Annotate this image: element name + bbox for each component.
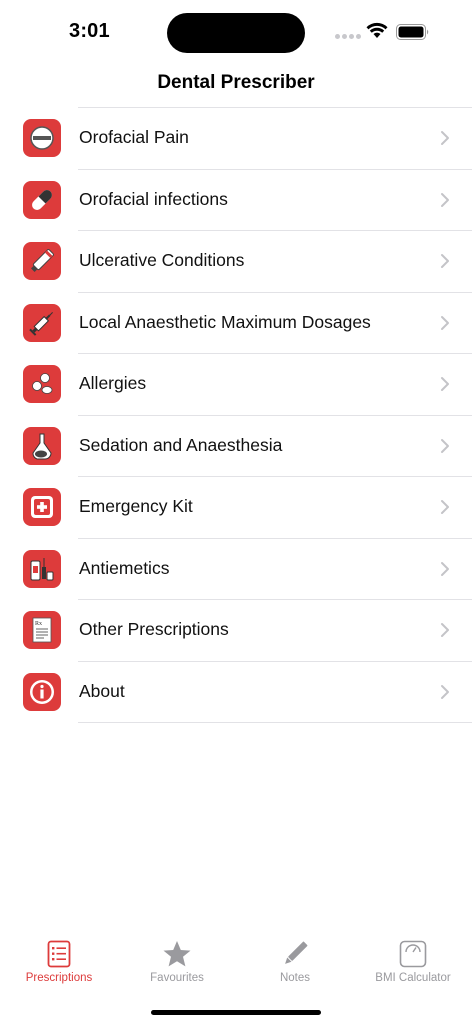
dynamic-island (167, 13, 305, 53)
chevron-right-icon (441, 315, 449, 330)
list-item-orofacial-infections[interactable]: Orofacial infections (0, 170, 472, 232)
chevron-right-icon (441, 623, 449, 637)
chevron-right-icon (441, 377, 449, 391)
list-item-label: Sedation and Anaesthesia (79, 434, 283, 455)
chevron-right-icon (441, 254, 449, 268)
list-item-label: Orofacial infections (79, 188, 228, 209)
star-icon (161, 938, 193, 970)
status-bar: 3:01 (0, 0, 472, 62)
tab-label: Prescriptions (25, 972, 93, 984)
chevron-right-icon (441, 500, 449, 514)
tab-label: BMI Calculator (375, 972, 451, 984)
chevron-right-icon (441, 684, 449, 699)
wifi-icon (366, 22, 388, 38)
list-item-ulcerative-conditions[interactable]: Ulcerative Conditions (0, 231, 472, 293)
tab-label: Favourites (150, 972, 204, 984)
tab-favourites[interactable]: Favourites (118, 930, 236, 1000)
category-list: Orofacial Pain Orofacial infections Ulce… (0, 108, 472, 723)
list-item-emergency-kit[interactable]: Emergency Kit (0, 477, 472, 539)
list-item-orofacial-pain[interactable]: Orofacial Pain (0, 108, 472, 170)
syringe-icon (23, 303, 61, 342)
tab-bmi-calculator[interactable]: BMI Calculator (354, 930, 472, 1000)
list-item-allergies[interactable]: Allergies (0, 354, 472, 416)
list-item-other-prescriptions[interactable]: Rx Other Prescriptions (0, 600, 472, 662)
no-entry-pill-icon (23, 119, 61, 157)
list-item-about[interactable]: About (0, 662, 472, 724)
cellular-signal-icon (335, 34, 361, 40)
medicine-bottle-icon (23, 549, 61, 588)
status-time: 3:01 (69, 20, 110, 42)
tab-label: Notes (279, 972, 311, 984)
chevron-right-icon (441, 561, 449, 576)
chevron-right-icon (441, 131, 449, 145)
prescription-list-icon (43, 938, 75, 970)
tab-bar: Prescriptions Favourites Notes BMI Calcu… (0, 930, 472, 1000)
mask-icon (23, 426, 61, 465)
list-item-label: Antiemetics (79, 557, 170, 578)
list-item-local-anaesthetic[interactable]: Local Anaesthetic Maximum Dosages (0, 293, 472, 355)
tab-notes[interactable]: Notes (236, 930, 354, 1000)
list-item-label: Ulcerative Conditions (79, 250, 245, 270)
list-item-label: Orofacial Pain (79, 127, 189, 147)
pencil-icon (279, 938, 311, 970)
prescription-pad-icon: Rx (23, 611, 61, 649)
scale-icon (397, 938, 429, 970)
capsule-icon (23, 180, 61, 219)
list-item-label: Other Prescriptions (79, 619, 229, 639)
tube-icon (23, 242, 61, 280)
svg-text:Rx: Rx (35, 621, 42, 627)
list-item-antiemetics[interactable]: Antiemetics (0, 539, 472, 601)
home-indicator[interactable] (151, 1010, 321, 1015)
pills-icon (23, 365, 61, 403)
list-item-label: Local Anaesthetic Maximum Dosages (79, 311, 371, 332)
first-aid-icon (23, 488, 61, 526)
battery-icon (396, 24, 429, 40)
list-item-sedation[interactable]: Sedation and Anaesthesia (0, 416, 472, 478)
info-icon (23, 672, 61, 711)
list-item-label: About (79, 680, 125, 701)
tab-prescriptions[interactable]: Prescriptions (0, 930, 118, 1000)
chevron-right-icon (441, 438, 449, 453)
list-item-label: Emergency Kit (79, 496, 193, 516)
chevron-right-icon (441, 192, 449, 207)
list-item-label: Allergies (79, 373, 147, 393)
page-title: Dental Prescriber (157, 72, 315, 93)
